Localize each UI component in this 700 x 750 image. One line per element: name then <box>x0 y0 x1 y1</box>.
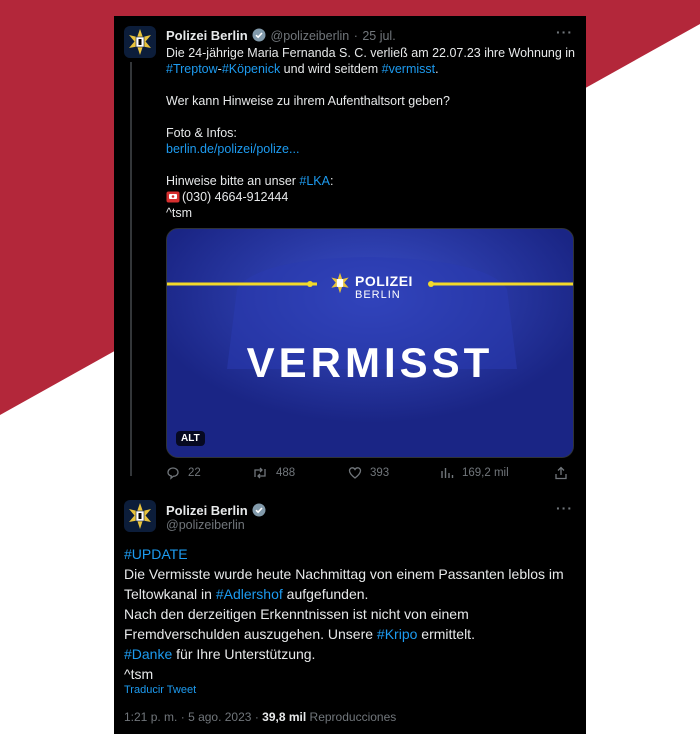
views-count: 169,2 mil <box>462 467 509 479</box>
foto-infos-label: Foto & Infos: <box>166 126 237 140</box>
retweet-count: 488 <box>276 467 296 479</box>
tweet-time[interactable]: 1:21 p. m. <box>124 710 177 724</box>
hashtag-kripo[interactable]: #Kripo <box>377 626 417 642</box>
verified-badge-icon <box>252 28 266 42</box>
views-count: 39,8 mil <box>262 710 307 724</box>
tweet1-body-line1: Die 24-jährige Maria Fernanda S. C. verl… <box>166 45 575 61</box>
hashtag-treptow[interactable]: #Treptow <box>166 62 218 76</box>
body-text: und wird seitdem <box>280 62 382 76</box>
alt-text-badge[interactable]: ALT <box>176 431 205 446</box>
tweet2-line1: Die Vermisste wurde heute Nachmittag von… <box>124 566 564 582</box>
tweet1-question: Wer kann Hinweise zu ihrem Aufenthaltsor… <box>166 94 450 108</box>
separator-dot: · <box>180 710 185 724</box>
more-options-icon[interactable]: ··· <box>556 24 573 40</box>
reply-button[interactable]: 22 <box>166 466 201 480</box>
avatar-polizei-berlin[interactable] <box>124 500 156 532</box>
reply-icon <box>167 467 179 480</box>
retweet-icon <box>254 467 266 479</box>
police-star-icon <box>129 503 151 529</box>
body-text: Teltowkanal in <box>124 586 216 602</box>
police-star-logo-icon <box>331 272 349 294</box>
verified-badge-icon <box>252 503 266 517</box>
foto-infos-link[interactable]: berlin.de/polizei/polize... <box>166 141 299 157</box>
translate-tweet-link[interactable]: Traducir Tweet <box>124 684 196 696</box>
tweet-date[interactable]: 25 jul. <box>362 29 395 43</box>
body-text: : <box>330 174 334 188</box>
views-chart-icon <box>441 468 454 478</box>
media-image-vermisst[interactable]: POLIZEI BERLIN VERMISST ALT <box>166 228 574 458</box>
hashtag-vermisst[interactable]: #vermisst <box>382 62 435 76</box>
views-label: Reproducciones <box>309 710 397 724</box>
tweet2-meta: 1:21 p. m. · 5 ago. 2023 · 39,8 mil Repr… <box>124 710 396 724</box>
hashtag-lka[interactable]: #LKA <box>299 174 330 188</box>
phone-line: (030) 4664-912444 <box>166 189 288 205</box>
body-text: aufgefunden. <box>282 586 369 602</box>
share-button[interactable] <box>554 466 568 480</box>
hashtag-danke[interactable]: #Danke <box>124 646 172 662</box>
body-text: für Ihre Unterstützung. <box>172 646 316 662</box>
vermisst-headline: VERMISST <box>246 339 494 386</box>
body-text: Fremdverschulden auszugehen. Unsere <box>124 626 377 642</box>
like-button[interactable]: 393 <box>348 466 389 480</box>
telephone-emoji-icon <box>166 191 180 203</box>
tweet1-body-line2: #Treptow-#Köpenick und wird seitdem #ver… <box>166 61 439 77</box>
more-options-icon[interactable]: ··· <box>556 500 573 516</box>
hinweise-line: Hinweise bitte an unser #LKA: <box>166 173 333 189</box>
tweet2-line2: Teltowkanal in #Adlershof aufgefunden. <box>124 584 368 604</box>
tweet2-line4: Fremdverschulden auszugehen. Unsere #Kri… <box>124 624 475 644</box>
heart-icon <box>348 467 362 479</box>
reply-count: 22 <box>188 467 201 479</box>
brand-title: POLIZEI <box>355 273 413 289</box>
author-handle[interactable]: @polizeiberlin <box>271 29 350 43</box>
author-handle[interactable]: @polizeiberlin <box>166 518 245 532</box>
tweet2-line3: Nach den derzeitigen Erkenntnissen ist n… <box>124 606 469 622</box>
tweet-thread-card: Polizei Berlin @polizeiberlin · 25 jul. … <box>114 16 586 734</box>
tweet-date[interactable]: 5 ago. 2023 <box>188 710 251 724</box>
views-button[interactable]: 169,2 mil <box>440 466 509 480</box>
body-text: ermittelt. <box>417 626 475 642</box>
share-icon <box>555 466 567 480</box>
hashtag-update: #UPDATE <box>124 544 188 564</box>
body-text: Die 24-jährige Maria Fernanda S. C. verl… <box>166 46 576 60</box>
hashtag-adlershof[interactable]: #Adlershof <box>216 586 283 602</box>
police-star-icon <box>129 29 151 55</box>
author-name[interactable]: Polizei Berlin <box>166 28 248 43</box>
tweet1-header: Polizei Berlin @polizeiberlin · 25 jul. <box>166 27 396 45</box>
body-text: . <box>435 62 439 76</box>
body-text: Hinweise bitte an unser <box>166 174 300 188</box>
hashtag-koepenick[interactable]: #Köpenick <box>222 62 280 76</box>
separator-dot: · <box>353 29 358 43</box>
hashtag-update-link[interactable]: #UPDATE <box>124 546 188 562</box>
phone-number[interactable]: (030) 4664-912444 <box>182 189 288 205</box>
avatar-polizei-berlin[interactable] <box>124 26 156 58</box>
separator-dot: · <box>254 710 259 724</box>
retweet-button[interactable]: 488 <box>252 466 295 480</box>
author-name[interactable]: Polizei Berlin <box>166 503 248 518</box>
signature: ^tsm <box>166 206 193 220</box>
signature: ^tsm <box>124 666 154 682</box>
brand-subtitle: BERLIN <box>355 289 401 301</box>
thread-connector-line <box>130 62 132 476</box>
like-count: 393 <box>370 467 390 479</box>
tweet2-line5: #Danke für Ihre Unterstützung. <box>124 644 315 664</box>
